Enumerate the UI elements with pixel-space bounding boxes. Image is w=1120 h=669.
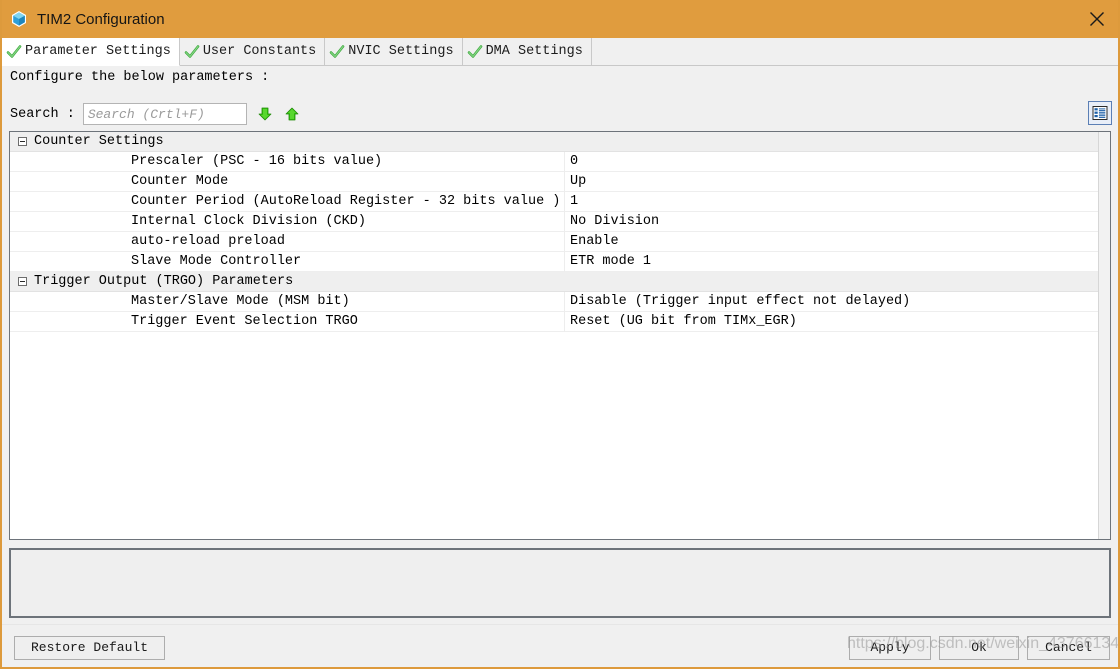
group-label: Counter Settings [34, 134, 164, 149]
table-row[interactable]: Slave Mode Controller ETR mode 1 [10, 252, 1098, 272]
group-name-cell: Counter Settings [10, 132, 1098, 152]
param-name: Master/Slave Mode (MSM bit) [131, 294, 350, 309]
table-row[interactable]: Master/Slave Mode (MSM bit) Disable (Tri… [10, 292, 1098, 312]
footer-bar: Restore Default Apply Ok Cancel [2, 624, 1118, 667]
tab-label: DMA Settings [485, 44, 583, 59]
param-name: auto-reload preload [131, 234, 285, 249]
param-name: Trigger Event Selection TRGO [131, 314, 358, 329]
green-check-icon [329, 44, 345, 60]
tab-dma-settings[interactable]: DMA Settings [462, 38, 592, 65]
param-name: Counter Period (AutoReload Register - 32… [131, 194, 561, 209]
tim2-configuration-dialog: TIM2 Configuration Parameter Settings Us… [0, 0, 1120, 669]
arrow-down-icon[interactable] [256, 105, 274, 123]
param-value-cell[interactable]: Reset (UG bit from TIMx_EGR) [566, 312, 1098, 332]
search-label: Search : [10, 106, 75, 122]
green-check-icon [184, 44, 200, 60]
tab-user-constants[interactable]: User Constants [179, 38, 326, 65]
param-value-cell[interactable]: Disable (Trigger input effect not delaye… [566, 292, 1098, 312]
group-row-trigger-output[interactable]: Trigger Output (TRGO) Parameters [10, 272, 1098, 292]
tab-label: NVIC Settings [348, 44, 454, 59]
tab-nvic-settings[interactable]: NVIC Settings [325, 38, 463, 65]
list-view-icon[interactable] [1088, 101, 1112, 125]
ok-button[interactable]: Ok [939, 636, 1019, 660]
table-vertical-scrollbar[interactable] [1098, 132, 1110, 539]
table-row[interactable]: auto-reload preload Enable [10, 232, 1098, 252]
group-label: Trigger Output (TRGO) Parameters [34, 274, 294, 289]
window-title: TIM2 Configuration [37, 10, 165, 28]
tab-label: User Constants [202, 44, 317, 59]
table-row[interactable]: Prescaler (PSC - 16 bits value) 0 [10, 152, 1098, 172]
group-name-cell: Trigger Output (TRGO) Parameters [10, 272, 1098, 292]
param-value-cell[interactable]: 1 [566, 192, 1098, 212]
param-name-cell: Master/Slave Mode (MSM bit) [10, 292, 565, 312]
table-row[interactable]: Trigger Event Selection TRGO Reset (UG b… [10, 312, 1098, 332]
cancel-button[interactable]: Cancel [1027, 636, 1110, 660]
param-name-cell: Internal Clock Division (CKD) [10, 212, 565, 232]
param-name-cell: Counter Mode [10, 172, 565, 192]
param-name-cell: Trigger Event Selection TRGO [10, 312, 565, 332]
tab-bar: Parameter Settings User Constants NVIC S… [2, 38, 1118, 66]
collapse-icon[interactable] [18, 137, 27, 146]
param-value-cell[interactable]: Up [566, 172, 1098, 192]
restore-default-button[interactable]: Restore Default [14, 636, 165, 660]
param-name-cell: Prescaler (PSC - 16 bits value) [10, 152, 565, 172]
param-value-cell[interactable]: 0 [566, 152, 1098, 172]
configure-hint: Configure the below parameters : [10, 70, 270, 85]
cube-icon [10, 10, 28, 28]
group-row-counter-settings[interactable]: Counter Settings [10, 132, 1098, 152]
table-row[interactable]: Counter Period (AutoReload Register - 32… [10, 192, 1098, 212]
param-name: Internal Clock Division (CKD) [131, 214, 366, 229]
arrow-up-icon[interactable] [283, 105, 301, 123]
param-name-cell: Counter Period (AutoReload Register - 32… [10, 192, 565, 212]
param-name: Prescaler (PSC - 16 bits value) [131, 154, 383, 169]
param-value-cell[interactable]: ETR mode 1 [566, 252, 1098, 272]
collapse-icon[interactable] [18, 277, 27, 286]
close-icon[interactable] [1074, 0, 1118, 38]
table-row[interactable]: Internal Clock Division (CKD) No Divisio… [10, 212, 1098, 232]
info-panel [9, 548, 1111, 618]
search-row: Search : [10, 101, 301, 127]
tab-label: Parameter Settings [25, 44, 171, 59]
tab-parameter-settings[interactable]: Parameter Settings [2, 38, 180, 66]
param-name: Slave Mode Controller [131, 254, 302, 269]
green-check-icon [6, 44, 22, 60]
apply-button[interactable]: Apply [849, 636, 931, 660]
param-value-cell[interactable]: Enable [566, 232, 1098, 252]
param-name-cell: Slave Mode Controller [10, 252, 565, 272]
parameters-table-body: Counter Settings Prescaler (PSC - 16 bit… [10, 132, 1098, 539]
table-row[interactable]: Counter Mode Up [10, 172, 1098, 192]
title-bar: TIM2 Configuration [2, 0, 1118, 38]
green-check-icon [467, 44, 483, 60]
param-value-cell[interactable]: No Division [566, 212, 1098, 232]
param-name-cell: auto-reload preload [10, 232, 565, 252]
search-input[interactable] [82, 103, 247, 125]
param-name: Counter Mode [131, 174, 229, 189]
parameters-table: Counter Settings Prescaler (PSC - 16 bit… [9, 131, 1111, 540]
